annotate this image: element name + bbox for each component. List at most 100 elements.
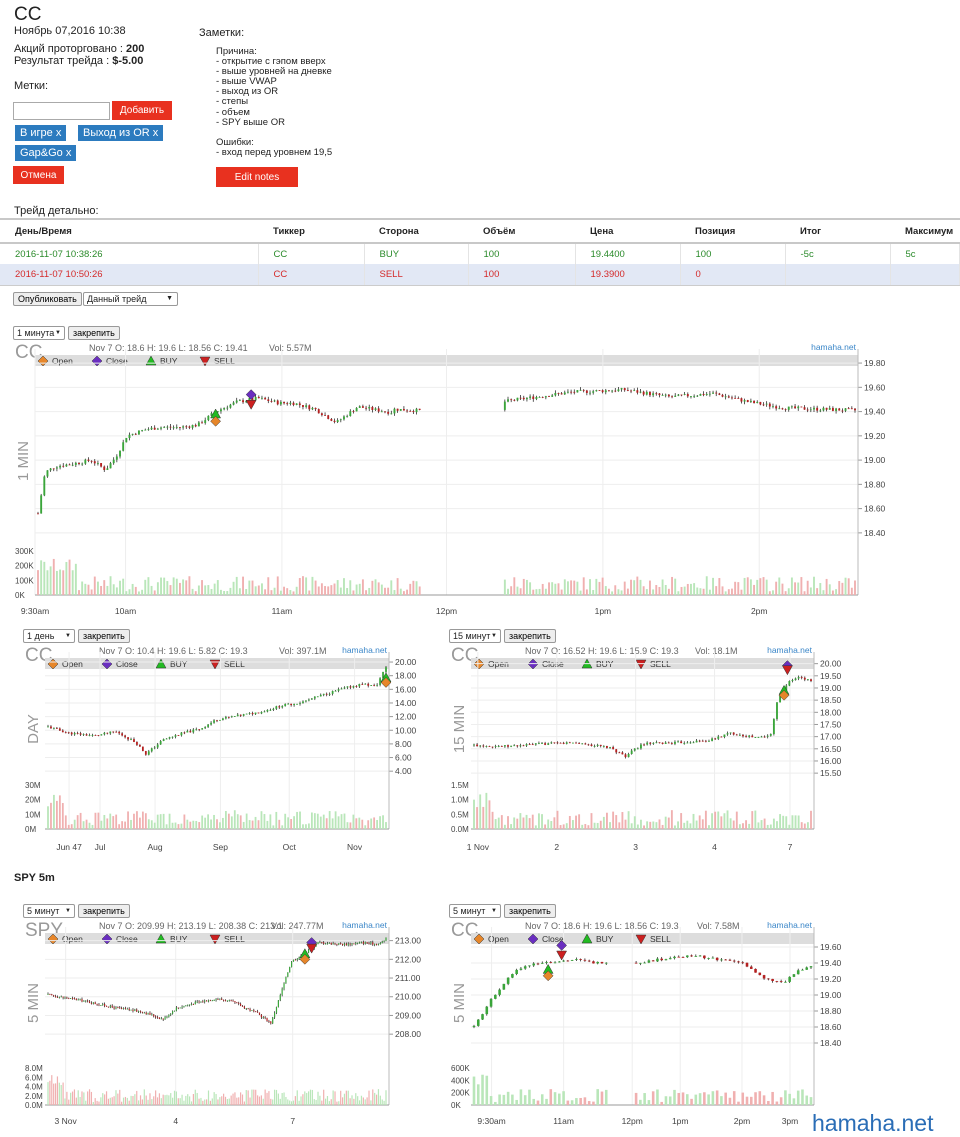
candle-body	[336, 420, 339, 423]
pin-button[interactable]: закрепить	[68, 326, 120, 340]
cancel-button[interactable]: Отмена	[13, 166, 64, 184]
add-tag-button[interactable]: Добавить	[112, 101, 172, 120]
volume-bar	[396, 578, 399, 595]
candle-body	[522, 745, 525, 747]
volume-bar	[618, 822, 621, 829]
volume-bar	[357, 1096, 359, 1105]
candle-body	[289, 966, 291, 973]
candle-body	[510, 399, 513, 401]
x-tick-label: Sep	[213, 842, 228, 852]
candle-body	[262, 1017, 264, 1018]
y-tick-label: 18.50	[820, 695, 842, 705]
candle-body	[136, 1009, 138, 1012]
candle-body	[788, 681, 791, 686]
candle-body	[566, 960, 570, 962]
pin-button[interactable]: закрепить	[78, 904, 130, 918]
volume-bar	[507, 816, 509, 829]
edit-notes-button[interactable]: Edit notes	[216, 167, 298, 187]
candle-body	[211, 1000, 213, 1002]
pin-button[interactable]: закрепить	[504, 904, 556, 918]
candle-body	[732, 732, 735, 735]
candle-body	[138, 1011, 140, 1012]
candle-body	[646, 742, 649, 745]
candle-body	[541, 743, 543, 744]
volume-bar	[245, 813, 248, 829]
volume-bar	[198, 1098, 200, 1105]
volume-bar	[809, 1097, 813, 1105]
volume-bar	[249, 1097, 251, 1105]
candle-body	[53, 727, 55, 729]
candle-body	[523, 966, 527, 969]
candle-body	[49, 468, 52, 471]
candle-body	[128, 434, 131, 439]
volume-bar	[98, 1101, 100, 1105]
candle-body	[604, 962, 608, 964]
volume-bar	[175, 1091, 178, 1105]
scope-select[interactable]: Данный трейд ▼	[83, 292, 178, 306]
volume-bar	[128, 1100, 130, 1105]
volume-bar	[351, 1095, 353, 1105]
volume-bar	[576, 581, 579, 595]
tag-vyhod-iz-or[interactable]: Выход из OR x	[78, 125, 164, 141]
pin-button[interactable]: закрепить	[504, 629, 556, 643]
volume-bar	[64, 1098, 66, 1105]
volume-bar	[510, 824, 513, 829]
volume-bar	[270, 1098, 272, 1105]
volume-bar	[299, 811, 301, 829]
publish-button[interactable]: Опубликовать	[13, 292, 82, 306]
candle-body	[500, 746, 503, 747]
volume-bar	[49, 566, 52, 595]
candle-body	[83, 1000, 85, 1002]
candle-body	[195, 729, 198, 731]
volume-bar	[40, 560, 43, 595]
candle-body	[352, 411, 355, 412]
volume-bar	[596, 822, 599, 829]
volume-tick-label: 6.0M	[25, 1073, 43, 1082]
volume-bar	[809, 587, 812, 595]
candle-body	[361, 683, 364, 685]
sell-marker	[781, 665, 793, 676]
volume-bar	[183, 814, 186, 829]
candle-body	[368, 406, 371, 409]
candle-body	[708, 393, 711, 395]
chevron-down-icon: ▼	[55, 330, 61, 336]
tag-input[interactable]	[13, 102, 110, 120]
volume-bar	[281, 1093, 283, 1105]
candle-body	[90, 460, 93, 462]
candle-body	[322, 693, 325, 695]
volume-bar	[608, 588, 610, 595]
y-tick-label: 19.60	[864, 382, 886, 392]
candle-body	[326, 943, 329, 945]
volume-bar	[257, 585, 260, 595]
pin-button[interactable]: закрепить	[78, 629, 130, 643]
timeframe-select[interactable]: 5 минут ▼	[23, 904, 75, 918]
volume-bar	[100, 820, 103, 829]
timeframe-select[interactable]: 15 минут ▼	[449, 629, 501, 643]
column-header: Сторона	[364, 218, 468, 244]
candle-body	[340, 688, 343, 690]
candle-body	[558, 961, 561, 963]
candle-body	[794, 406, 797, 409]
candle-body	[58, 996, 60, 998]
volume-bar	[352, 590, 355, 595]
y-tick-label: 19.00	[864, 455, 886, 465]
timeframe-select[interactable]: 1 минута ▼	[13, 326, 65, 340]
tag-gap-go[interactable]: Gap&Go x	[15, 145, 77, 161]
volume-bar	[307, 1091, 310, 1105]
tag-v-igre[interactable]: В игре x	[15, 125, 67, 141]
volume-bar	[37, 570, 39, 595]
volume-bar	[544, 588, 547, 595]
timeframe-select[interactable]: 5 минут ▼	[449, 904, 501, 918]
candle-body	[759, 401, 762, 405]
timeframe-select[interactable]: 1 день ▼	[23, 629, 75, 643]
candle-body	[674, 741, 676, 744]
volume-bar	[718, 578, 721, 595]
volume-bar	[173, 1090, 176, 1105]
candle-body	[727, 396, 730, 398]
volume-bar	[361, 579, 364, 595]
x-tick-label: 7	[290, 1116, 295, 1126]
candle-body	[319, 694, 322, 697]
volume-bar	[819, 583, 822, 595]
candle-body	[238, 400, 241, 402]
candle-body	[311, 407, 314, 410]
